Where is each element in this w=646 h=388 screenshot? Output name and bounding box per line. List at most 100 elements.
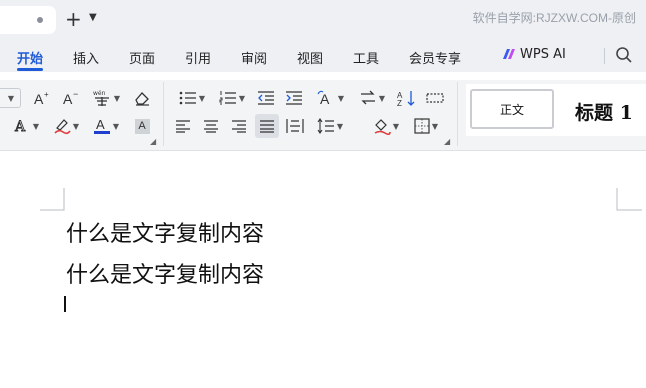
chevron-down-icon: ▼ (238, 93, 246, 103)
svg-text:A: A (14, 119, 26, 135)
increase-indent-button[interactable] (284, 88, 304, 108)
tab-tools[interactable]: 工具 (353, 48, 379, 67)
tab-references[interactable]: 引用 (185, 48, 211, 67)
outdent-icon (258, 91, 274, 105)
new-tab-plus-icon[interactable]: + (65, 8, 82, 30)
borders-icon (414, 118, 430, 134)
chevron-down-icon: ▼ (392, 121, 400, 131)
chevron-down-icon: ▼ (7, 93, 15, 103)
align-left-button[interactable] (173, 116, 193, 136)
align-left-icon (176, 120, 190, 133)
document-paragraph[interactable]: 什么是文字复制内容 (66, 257, 264, 289)
highlight-button[interactable]: ▼ (50, 116, 82, 136)
tab-member[interactable]: 会员专享 (409, 48, 461, 67)
document-tab[interactable] (0, 6, 56, 34)
wps-ai-button[interactable]: WPS AI (503, 47, 566, 62)
watermark-text: 软件自学网:RJZXW.COM-原创 (472, 11, 636, 25)
tab-view[interactable]: 视图 (297, 48, 323, 67)
style-heading1-button[interactable]: 标题 1 (575, 98, 633, 125)
sort-icon: A Z (397, 91, 415, 107)
svg-text:Z: Z (397, 99, 402, 107)
bullet-list-button[interactable]: ▼ (176, 88, 208, 108)
distributed-align-button[interactable] (285, 116, 305, 136)
group-divider (457, 82, 458, 146)
shading-button[interactable]: ▼ (370, 116, 402, 136)
highlight-color-swatch (54, 129, 71, 135)
highlighter-icon (54, 119, 71, 135)
title-bar: + ▼ 软件自学网:RJZXW.COM-原创 (0, 0, 646, 38)
font-size-dropdown[interactable]: ▼ (0, 88, 21, 108)
style-normal-button[interactable]: 正文 (470, 89, 554, 129)
search-icon[interactable] (615, 46, 633, 64)
tab-page[interactable]: 页面 (129, 48, 155, 67)
char-shading-button[interactable]: A (133, 116, 151, 136)
char-shading-icon: A (134, 118, 150, 134)
svg-text:A: A (63, 91, 73, 106)
grow-font-icon: A + (34, 90, 49, 106)
distributed-align-icon (286, 119, 304, 133)
text-effect-icon: A (13, 119, 26, 135)
show-marks-button[interactable] (424, 88, 446, 108)
bullet-list-icon (179, 91, 196, 105)
text-cursor (64, 296, 66, 312)
borders-button[interactable]: ▼ (410, 116, 442, 136)
align-right-icon (232, 120, 246, 133)
align-center-button[interactable] (201, 116, 221, 136)
line-spacing-button[interactable]: ▼ (314, 116, 346, 136)
chevron-down-icon: ▼ (112, 121, 120, 131)
decrease-indent-button[interactable] (256, 88, 276, 108)
sort-button[interactable]: A Z (396, 88, 418, 108)
chevron-down-icon: ▼ (72, 121, 80, 131)
change-case-icon: A (317, 90, 330, 107)
menu-divider (604, 48, 605, 64)
numbered-list-button[interactable]: ▼ (216, 88, 248, 108)
text-direction-icon (360, 90, 375, 105)
svg-text:A: A (34, 91, 44, 106)
chevron-down-icon: ▼ (337, 93, 345, 103)
wps-ai-icon (503, 49, 515, 59)
chevron-down-icon: ▼ (32, 121, 40, 131)
group-divider (163, 82, 164, 146)
svg-text:+: + (44, 90, 49, 99)
phonetic-guide-icon: wén (93, 90, 109, 106)
paint-bucket-icon (374, 119, 391, 135)
tab-insert[interactable]: 插入 (73, 48, 99, 67)
svg-text:A: A (320, 91, 330, 107)
active-tab-indicator (17, 68, 43, 71)
tab-review[interactable]: 审阅 (241, 48, 267, 67)
font-color-swatch (93, 131, 110, 134)
text-effect-button[interactable]: A ▼ (10, 116, 42, 136)
chevron-down-icon: ▼ (198, 93, 206, 103)
indent-icon (286, 91, 302, 105)
svg-text:A: A (96, 117, 105, 132)
menu-bar: 开始 插入 页面 引用 审阅 视图 工具 会员专享 WPS AI (0, 38, 646, 72)
chevron-down-icon: ▼ (336, 121, 344, 131)
document-paragraph[interactable]: 什么是文字复制内容 (66, 216, 264, 248)
chevron-down-icon: ▼ (431, 121, 439, 131)
paragraph-marks-icon (426, 93, 444, 103)
svg-text:−: − (73, 90, 78, 99)
font-dialog-launcher-icon[interactable]: ◢ (150, 137, 156, 146)
unsaved-dot-icon (37, 17, 43, 23)
font-color-icon: A (93, 117, 110, 134)
text-direction-button[interactable]: ▼ (356, 88, 388, 108)
grow-font-button[interactable]: A + (33, 88, 53, 108)
tab-home[interactable]: 开始 (17, 48, 43, 67)
align-right-button[interactable] (229, 116, 249, 136)
justify-button[interactable] (255, 114, 279, 138)
chevron-down-icon: ▼ (113, 93, 121, 103)
change-case-button[interactable]: A ▼ (314, 88, 346, 108)
align-center-icon (204, 120, 218, 133)
shrink-font-button[interactable]: A − (62, 88, 82, 108)
justify-icon (260, 120, 274, 133)
chevron-down-icon[interactable]: ▼ (89, 12, 97, 23)
numbered-list-icon (219, 91, 236, 105)
clear-format-button[interactable] (132, 88, 152, 108)
eraser-icon (135, 92, 149, 106)
font-color-button[interactable]: A ▼ (90, 116, 122, 136)
paragraph-dialog-launcher-icon[interactable]: ◢ (444, 137, 450, 146)
chevron-down-icon: ▼ (378, 93, 386, 103)
phonetic-guide-button[interactable]: wén ▼ (90, 88, 122, 108)
margin-corner-top-left (40, 188, 65, 211)
svg-text:wén: wén (93, 90, 106, 97)
